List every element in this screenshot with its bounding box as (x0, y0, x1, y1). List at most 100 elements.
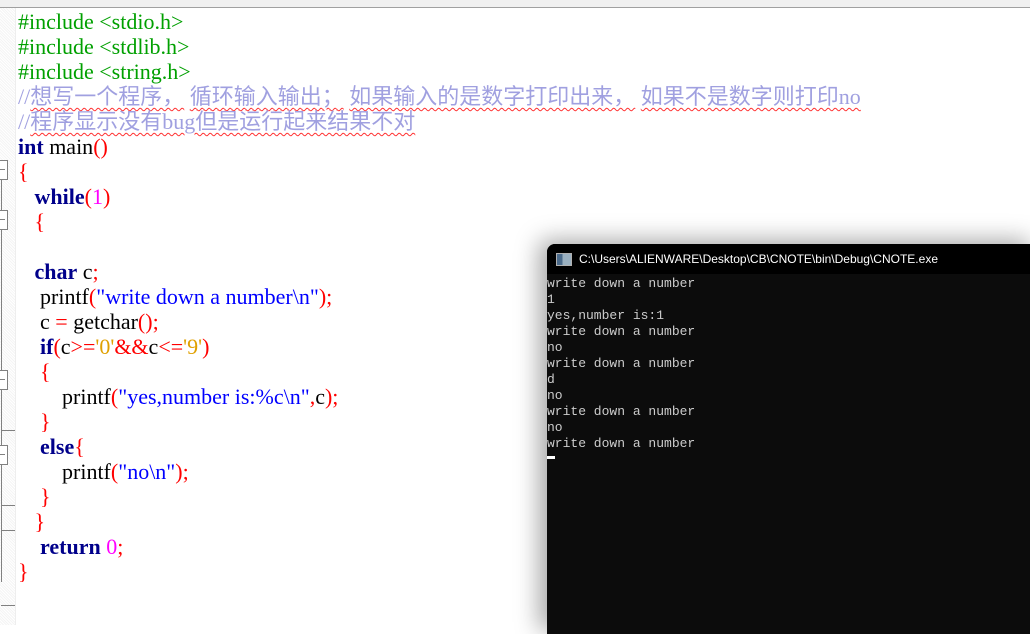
code-token: "write down a number\n" (96, 284, 319, 309)
code-token: main (43, 134, 94, 159)
code-token: if (40, 334, 54, 359)
code-token: getchar (67, 309, 138, 334)
fold-toggle-while[interactable] (0, 210, 8, 230)
code-token: int (18, 134, 44, 159)
code-line[interactable]: { (18, 159, 1028, 184)
code-token: c (77, 259, 93, 284)
code-token: '0' (95, 334, 115, 359)
console-output-line: write down a number (547, 436, 696, 451)
code-token: char (34, 259, 78, 284)
code-token: 0 (106, 534, 118, 559)
console-output-line: d (547, 372, 555, 387)
code-token: { (74, 434, 85, 459)
fold-toggle-if[interactable] (0, 370, 8, 390)
fold-end-while (1, 530, 15, 531)
editor-top-border (0, 0, 1030, 8)
code-token: ( (53, 334, 61, 359)
code-token: ); (175, 459, 189, 484)
console-output-line: no (547, 340, 563, 355)
code-token: ; (117, 534, 124, 559)
console-title-bar[interactable]: C:\Users\ALIENWARE\Desktop\CB\CNOTE\bin\… (547, 244, 1030, 274)
fold-gutter (0, 8, 16, 625)
code-token: #include <string.h> (18, 59, 191, 84)
code-token: 程序显示没有bug但是运行起来结果不对 (30, 109, 416, 134)
code-token: c (315, 384, 325, 409)
console-output-line: no (547, 420, 563, 435)
console-title: C:\Users\ALIENWARE\Desktop\CB\CNOTE\bin\… (579, 252, 938, 266)
code-token: '9' (183, 334, 203, 359)
console-output: write down a number 1 yes,number is:1 write… (547, 274, 1030, 459)
code-token: 循环输入输出； (189, 84, 344, 109)
code-line[interactable]: #include <stdio.h> (18, 9, 1028, 34)
console-output-line: write down a number (547, 404, 696, 419)
code-line[interactable]: #include <stdlib.h> (18, 34, 1028, 59)
code-token: (); (137, 309, 159, 334)
code-token: #include <stdio.h> (18, 9, 184, 34)
code-token: () (93, 134, 108, 159)
code-token: { (40, 359, 51, 384)
code-line[interactable]: while(1) (18, 184, 1028, 209)
code-token: ( (84, 184, 92, 209)
code-token: ) (102, 184, 111, 209)
code-token: return (40, 534, 101, 559)
code-line[interactable]: //程序显示没有bug但是运行起来结果不对 (18, 109, 1028, 134)
code-token: { (18, 159, 29, 184)
code-token: ) (202, 334, 210, 359)
code-token: { (34, 209, 46, 234)
fold-toggle-main[interactable] (0, 160, 8, 180)
code-token: printf (18, 459, 111, 484)
console-output-line: write down a number (547, 356, 696, 371)
fold-toggle-else[interactable] (0, 445, 8, 465)
code-token: = (55, 309, 68, 334)
code-token: "yes,number is:%c\n" (118, 384, 310, 409)
code-token: 如果输入的是数字打印出来， (349, 84, 636, 109)
code-token: 想写一个程序， (30, 84, 185, 109)
console-window[interactable]: C:\Users\ALIENWARE\Desktop\CB\CNOTE\bin\… (547, 244, 1030, 634)
console-output-line: write down a number (547, 324, 696, 339)
code-token: } (40, 409, 51, 434)
console-output-line: yes,number is:1 (547, 308, 665, 323)
code-token: >= (70, 334, 96, 359)
code-token: 1 (91, 184, 103, 209)
code-token: ; (92, 259, 99, 284)
code-token: ); (324, 384, 339, 409)
code-line[interactable]: //想写一个程序， 循环输入输出； 如果输入的是数字打印出来， 如果不是数字则打… (18, 84, 1028, 109)
console-output-line: 1 (547, 292, 555, 307)
code-token: && (114, 334, 149, 359)
code-token: } (40, 484, 51, 509)
code-token: } (34, 509, 46, 534)
code-line[interactable]: int main() (18, 134, 1028, 159)
console-cursor (547, 456, 555, 459)
console-output-line: write down a number (547, 276, 696, 291)
fold-end-if (1, 430, 15, 431)
code-token: // (18, 84, 31, 109)
code-token: c (60, 334, 71, 359)
code-token: <= (158, 334, 184, 359)
fold-end-main (1, 605, 15, 606)
code-token: c (18, 309, 56, 334)
fold-end-else (1, 505, 15, 506)
console-window-icon (556, 252, 572, 266)
code-token: printf (18, 384, 111, 409)
code-line[interactable]: #include <string.h> (18, 59, 1028, 84)
code-token: #include <stdlib.h> (18, 34, 190, 59)
code-token: } (18, 559, 29, 584)
code-token: "no\n" (118, 459, 176, 484)
code-token: c (148, 334, 159, 359)
console-output-line: no (547, 388, 563, 403)
code-token: ); (318, 284, 333, 309)
code-line[interactable]: { (18, 209, 1028, 234)
code-token: while (34, 184, 85, 209)
code-token: else (40, 434, 75, 459)
code-token: printf (18, 284, 89, 309)
code-token: 如果不是数字则打印no (640, 84, 861, 109)
